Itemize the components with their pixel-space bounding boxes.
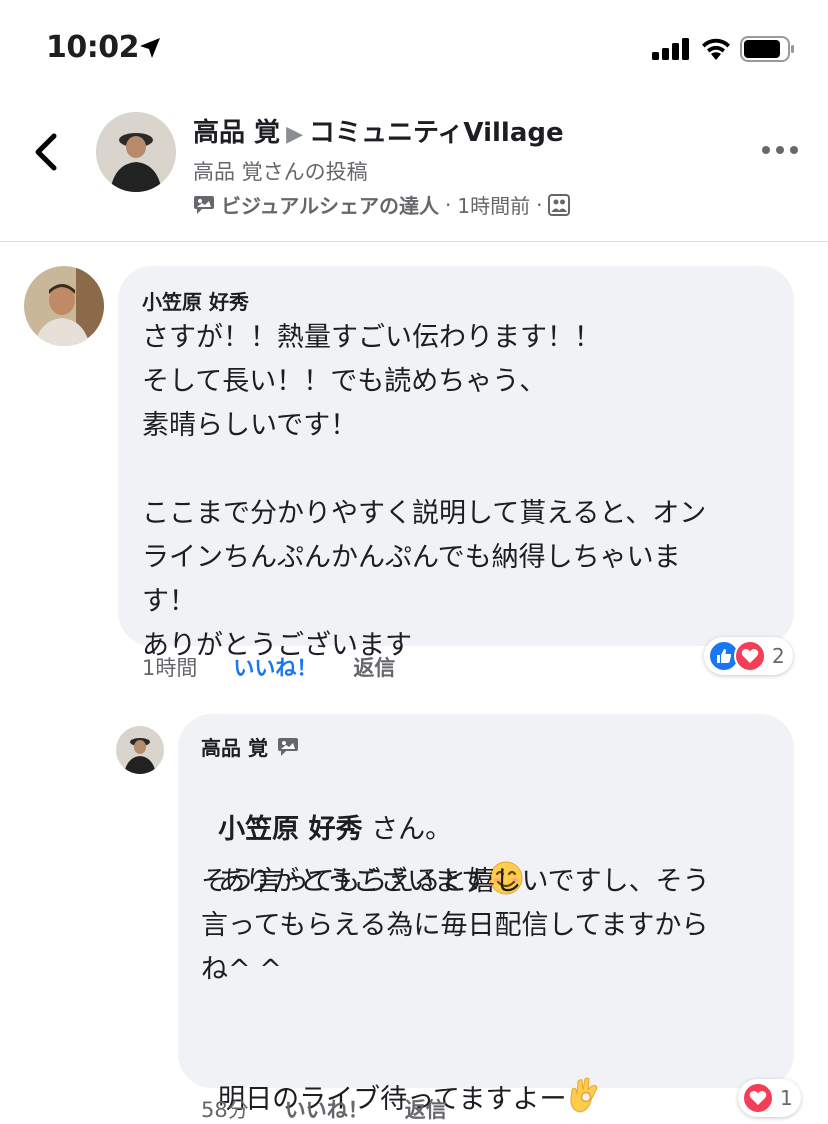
- post-subtitle: 高品 覚さんの投稿: [193, 160, 368, 184]
- more-options-button[interactable]: [762, 142, 798, 158]
- ok-hand-emoji-icon: [570, 1077, 598, 1113]
- reply-author[interactable]: 高品 覚: [201, 732, 300, 761]
- reply-author-name[interactable]: 高品 覚: [201, 732, 268, 761]
- meta-dot: ·: [445, 192, 452, 217]
- group-privacy-icon: [548, 193, 571, 216]
- post-author-name[interactable]: 高品 覚: [193, 118, 280, 148]
- reaction-summary[interactable]: 1: [738, 1079, 801, 1117]
- badge-label: ビジュアルシェアの達人: [221, 194, 439, 218]
- group-name[interactable]: コミュニティVillage: [309, 118, 564, 148]
- comment-text: さすが！！熱量すごい伝わります！！ そして長い！！でも読めちゃう、 素晴らしいで…: [142, 322, 707, 661]
- location-arrow-icon: [140, 38, 160, 58]
- visual-share-badge-icon: [277, 737, 298, 756]
- reply-text: そう言ってもらえると嬉しいですし、そう 言ってもらえる為に毎日配信してますから …: [201, 866, 710, 985]
- post-title: 高品 覚 ▶ コミュニティVillage: [193, 112, 564, 149]
- back-button[interactable]: [30, 132, 66, 172]
- comment-time: 1時間: [142, 656, 198, 680]
- reaction-summary[interactable]: 2: [704, 637, 793, 675]
- person-photo-icon: [96, 112, 176, 192]
- meta-dot-2: ·: [536, 192, 543, 217]
- comment-author[interactable]: 小笠原 好秀: [142, 286, 249, 315]
- author-avatar[interactable]: [96, 112, 176, 192]
- reaction-count: 2: [772, 644, 785, 668]
- reply-button[interactable]: 返信: [353, 652, 395, 682]
- visual-share-badge-icon: [194, 195, 214, 214]
- dot-icon: [762, 146, 770, 154]
- reaction-count: 1: [780, 1086, 793, 1110]
- wifi-icon: [702, 38, 730, 60]
- replier-avatar[interactable]: [116, 726, 164, 774]
- person-photo-icon: [24, 266, 104, 346]
- cellular-signal-icon: [652, 38, 689, 60]
- dot-icon: [776, 146, 784, 154]
- battery-icon: [740, 36, 794, 62]
- like-button[interactable]: いいね！: [233, 652, 317, 682]
- arrow-right-icon: ▶: [286, 122, 303, 147]
- dot-icon: [790, 146, 798, 154]
- status-bar: 10:02: [0, 0, 828, 96]
- comment-actions: 1時間 いいね！ 返信: [142, 652, 395, 682]
- post-meta: ビジュアルシェアの達人 · 1時間前 ·: [193, 190, 571, 219]
- status-time: 10:02: [46, 30, 140, 65]
- love-reaction-icon: [734, 640, 766, 672]
- commenter-avatar[interactable]: [24, 266, 104, 346]
- post-header: 高品 覚 ▶ コミュニティVillage 高品 覚さんの投稿 ビジュアルシェアの達人…: [0, 96, 828, 242]
- post-time: 1時間前: [457, 194, 531, 218]
- love-reaction-icon: [742, 1082, 774, 1114]
- person-photo-icon: [116, 726, 164, 774]
